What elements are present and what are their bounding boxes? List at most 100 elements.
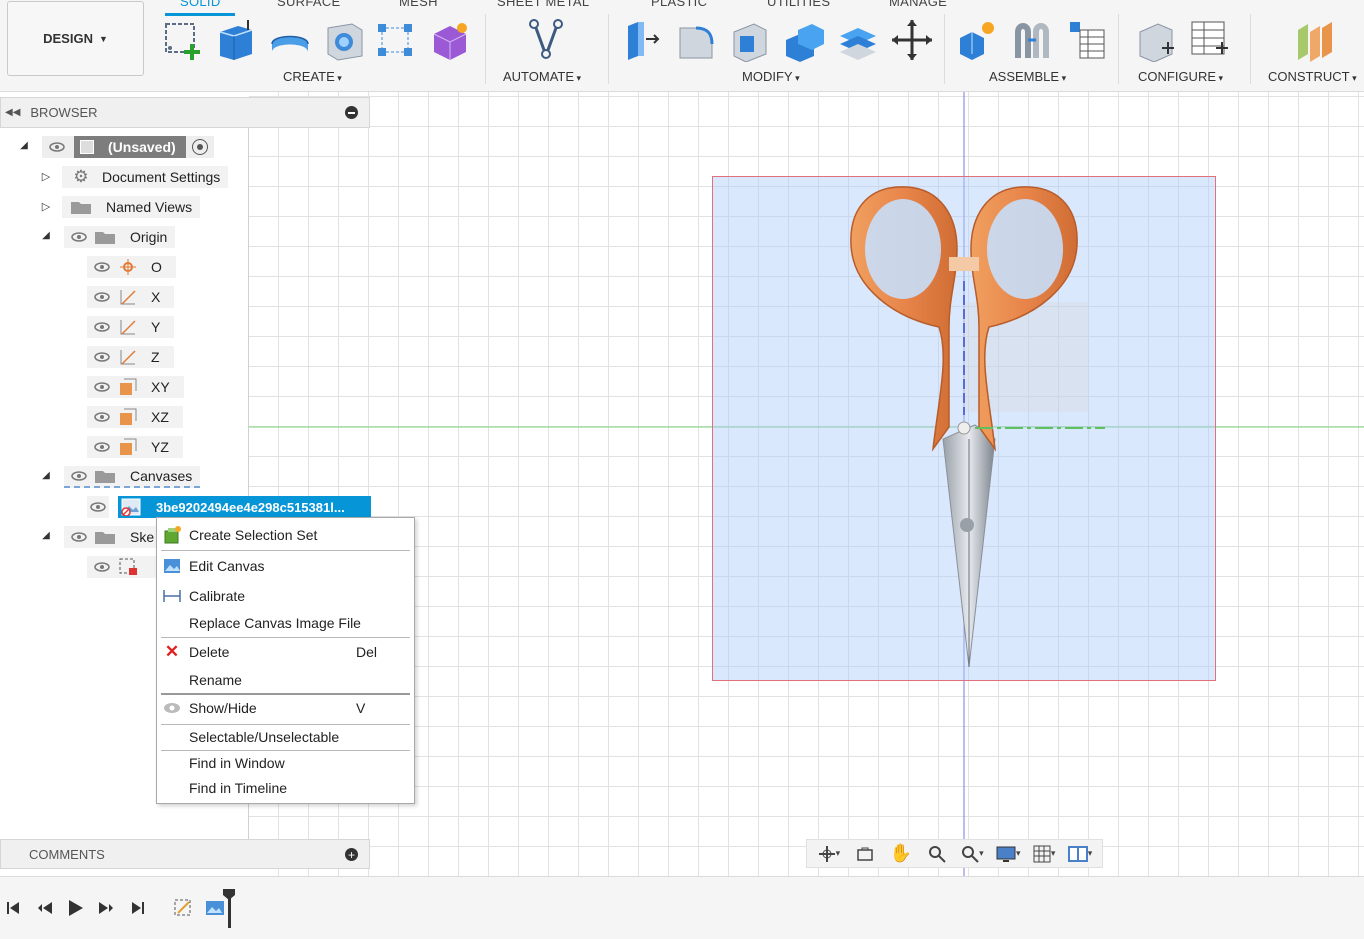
tab-mesh[interactable]: MESH [399, 0, 438, 9]
eye-icon[interactable] [91, 436, 113, 458]
timeline-sketch-feature-icon[interactable] [172, 897, 194, 919]
modify-menu[interactable]: MODIFY [742, 69, 800, 84]
browser-item-x-axis[interactable]: X [87, 286, 175, 308]
browser-item-y-axis[interactable]: Y [87, 316, 175, 338]
tab-surface[interactable]: SURFACE [277, 0, 341, 9]
canvas-image-frame[interactable] [712, 176, 1216, 681]
configure-icon[interactable] [1134, 18, 1178, 63]
tab-plastic[interactable]: PLASTIC [651, 0, 707, 9]
grid-settings-icon[interactable]: ▾ [1029, 842, 1059, 866]
menu-item-find-in-window[interactable]: Find in Window [157, 751, 414, 775]
menu-item-edit-canvas[interactable]: Edit Canvas [157, 554, 414, 578]
eye-icon[interactable] [91, 346, 113, 368]
automate-icon[interactable] [524, 18, 568, 62]
eye-icon[interactable] [91, 316, 113, 338]
collapse-arrow-icon[interactable]: ◢ [40, 230, 52, 241]
browser-item-yz-plane[interactable]: YZ [87, 436, 183, 458]
collapse-arrow-icon[interactable]: ◢ [40, 470, 52, 481]
assemble-menu[interactable]: ASSEMBLE [989, 69, 1066, 84]
browser-header[interactable]: ◀◀ BROWSER [0, 97, 370, 128]
combine-icon[interactable] [782, 18, 826, 62]
hole-icon[interactable] [322, 18, 366, 62]
zoom-icon[interactable] [922, 842, 952, 866]
collapse-arrow-icon[interactable]: ◢ [40, 530, 52, 541]
eye-icon[interactable] [87, 496, 109, 518]
revolve-icon[interactable] [268, 18, 312, 62]
extrude-icon[interactable] [214, 18, 258, 62]
timeline-marker[interactable] [222, 888, 236, 928]
eye-icon[interactable] [68, 465, 90, 487]
eye-icon[interactable] [91, 406, 113, 428]
browser-item-document-settings[interactable]: ⚙ Document Settings [62, 166, 229, 188]
tab-solid[interactable]: SOLID [180, 0, 221, 9]
automate-menu[interactable]: AUTOMATE [503, 69, 581, 84]
divider [944, 14, 945, 84]
eye-icon[interactable] [91, 556, 113, 578]
pan-hand-icon[interactable]: ✋ [886, 842, 916, 866]
look-at-icon[interactable] [850, 842, 880, 866]
press-pull-icon[interactable] [620, 18, 664, 62]
expand-arrow-icon[interactable]: ▷ [40, 200, 52, 213]
browser-item-xy-plane[interactable]: XY [87, 376, 184, 398]
menu-item-create-selection-set[interactable]: Create Selection Set [157, 523, 414, 547]
pattern-icon[interactable] [374, 18, 418, 62]
create-sketch-icon[interactable] [162, 18, 206, 62]
play-icon[interactable] [64, 897, 86, 919]
configuration-table-icon[interactable] [1188, 18, 1232, 62]
create-menu[interactable]: CREATE [283, 69, 342, 84]
construct-menu[interactable]: CONSTRUCT [1268, 69, 1357, 84]
step-back-icon[interactable] [34, 897, 56, 919]
move-copy-icon[interactable] [890, 18, 934, 62]
expand-arrow-icon[interactable]: ▷ [40, 170, 52, 183]
menu-item-show-hide[interactable]: Show/Hide V [157, 696, 414, 720]
menu-item-selectable-unselectable[interactable]: Selectable/Unselectable [157, 725, 414, 749]
go-to-end-icon[interactable] [127, 897, 149, 919]
collapse-arrow-icon[interactable]: ◢ [18, 140, 30, 151]
shell-icon[interactable] [728, 18, 772, 63]
browser-item-xz-plane[interactable]: XZ [87, 406, 183, 428]
new-component-icon[interactable] [956, 18, 1000, 62]
browser-item-z-axis[interactable]: Z [87, 346, 174, 368]
collapse-panel-icon[interactable]: ◀◀ [5, 107, 20, 118]
menu-item-find-in-timeline[interactable]: Find in Timeline [157, 776, 414, 800]
browser-item-sketches[interactable]: Ske [64, 526, 163, 548]
activate-radio-icon[interactable] [191, 139, 208, 155]
eye-icon[interactable] [91, 256, 113, 278]
browser-item-canvas-image[interactable]: 3be9202494ee4e298c515381l... [87, 496, 371, 518]
joint-icon[interactable] [1010, 18, 1054, 62]
tab-manage[interactable]: MANAGE [889, 0, 947, 9]
step-forward-icon[interactable] [95, 897, 117, 919]
minimize-icon[interactable] [345, 106, 358, 119]
browser-item-canvases[interactable]: Canvases [64, 465, 201, 488]
add-comment-icon[interactable]: + [345, 848, 358, 861]
fit-icon[interactable]: ▾ [957, 842, 987, 866]
workspace-switcher-button[interactable]: DESIGN ▼ [7, 1, 144, 76]
configure-menu[interactable]: CONFIGURE [1138, 69, 1223, 84]
browser-item-sketch[interactable] [87, 556, 167, 578]
eye-icon[interactable] [68, 526, 90, 548]
menu-item-delete[interactable]: ✕ Delete Del [157, 640, 414, 664]
browser-item-named-views[interactable]: Named Views [62, 196, 201, 218]
tab-utilities[interactable]: UTILITIES [767, 0, 830, 9]
menu-item-rename[interactable]: Rename [157, 668, 414, 692]
browser-item-origin-point[interactable]: O [87, 256, 176, 278]
eye-icon[interactable] [91, 376, 113, 398]
fillet-icon[interactable] [674, 18, 718, 62]
offset-plane-icon[interactable] [1294, 18, 1338, 62]
tab-sheet-metal[interactable]: SHEET METAL [497, 0, 589, 9]
comments-panel[interactable]: COMMENTS + [0, 839, 370, 869]
go-to-start-icon[interactable] [2, 897, 24, 919]
browser-root-node[interactable]: (Unsaved) [42, 136, 214, 158]
orbit-icon[interactable]: ▾ [814, 842, 844, 866]
offset-face-icon[interactable] [836, 18, 880, 62]
eye-icon[interactable] [46, 136, 68, 158]
create-form-icon[interactable] [428, 18, 472, 62]
eye-icon[interactable] [91, 286, 113, 308]
menu-item-replace-canvas-image-file[interactable]: Replace Canvas Image File [157, 611, 414, 635]
display-settings-icon[interactable]: ▾ [993, 842, 1023, 866]
eye-icon[interactable] [68, 226, 90, 248]
viewports-icon[interactable]: ▾ [1065, 842, 1095, 866]
browser-item-origin[interactable]: Origin [64, 226, 176, 248]
menu-item-calibrate[interactable]: Calibrate [157, 584, 414, 608]
bill-of-materials-icon[interactable] [1064, 18, 1108, 62]
